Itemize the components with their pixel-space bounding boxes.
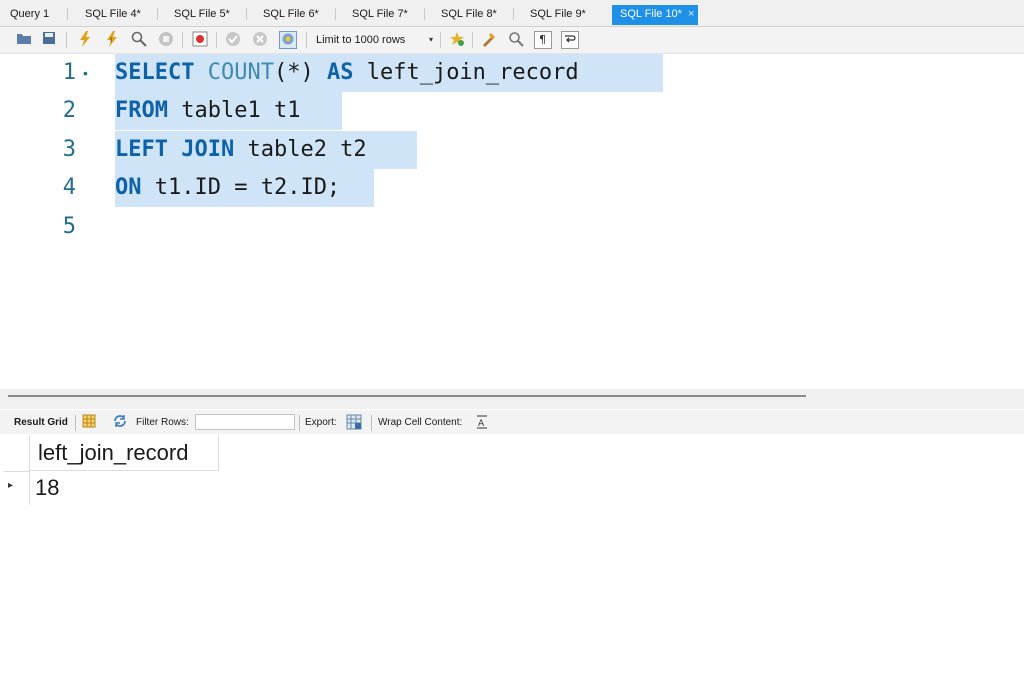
splitter-handle[interactable] [8,395,806,397]
tab-sql-file-7[interactable]: SQL File 7* [352,6,408,22]
tab-label: SQL File 5* [174,8,230,20]
code-line: ON t1.ID = t2.ID; [115,169,374,207]
stop-icon[interactable] [157,31,175,49]
execute-icon[interactable] [76,31,94,49]
svg-text:¶: ¶ [539,33,546,46]
tab-label: SQL File 6* [263,8,319,20]
tab-divider [246,8,247,20]
column-header[interactable]: left_join_record [29,435,219,471]
export-label: Export: [305,417,337,428]
tab-sql-file-9[interactable]: SQL File 9* [530,6,586,22]
toolbar-divider [472,32,473,48]
sql-keyword: SELECT [115,60,195,85]
wrap-cell-icon[interactable]: A [476,415,488,434]
filter-rows-input[interactable] [195,414,295,430]
sql-keyword: ON [115,175,142,200]
grid-cell[interactable]: 18 [29,471,219,505]
tab-sql-file-5[interactable]: SQL File 5* [174,6,230,22]
editor-tab-bar: Query 1 SQL File 4* SQL File 5* SQL File… [0,0,1024,27]
line-number: 2 [62,98,76,123]
panel-splitter[interactable] [0,389,1024,409]
grid-view-icon[interactable] [82,414,96,433]
current-row-icon: ▸ [8,480,14,491]
sql-keyword: FROM [115,98,168,123]
line-number: 1 [62,60,76,85]
tab-label: SQL File 9* [530,8,586,20]
sql-text: left_join_record [366,60,579,85]
rollback-icon[interactable] [251,31,269,49]
beautify-icon[interactable] [480,31,498,49]
toolbar-divider [182,32,183,48]
tab-query-1[interactable]: Query 1 [10,6,49,22]
tab-label: SQL File 4* [85,8,141,20]
limit-rows-select[interactable]: Limit to 1000 rows ▾ [311,31,437,49]
sql-keyword: AS [326,60,354,85]
execute-current-icon[interactable]: I [103,31,121,49]
sql-text: table1 t1 [181,98,301,123]
commit-icon[interactable] [224,31,242,49]
limit-rows-value: Limit to 1000 rows [316,34,406,46]
tab-close-icon[interactable]: × [688,8,694,20]
sql-text: (*) [273,60,314,85]
chevron-down-icon: ▾ [428,35,433,44]
tab-sql-file-8[interactable]: SQL File 8* [441,6,497,22]
line-number: 5 [62,214,76,239]
add-snippet-icon[interactable] [448,31,466,49]
sql-text: table2 t2 [247,137,367,162]
sql-text: t1.ID = t2.ID; [154,175,341,200]
toolbar-divider [75,415,76,431]
svg-text:I: I [110,36,112,44]
autocommit-icon[interactable] [279,31,297,49]
toolbar-divider [306,32,307,48]
result-grid-tab[interactable]: Result Grid [14,416,68,430]
tab-sql-file-6[interactable]: SQL File 6* [263,6,319,22]
tab-divider [335,8,336,20]
code-line: FROM table1 t1 [115,92,342,130]
toolbar-divider [299,415,300,431]
toolbar-divider [371,415,372,431]
tab-label: SQL File 8* [441,8,497,20]
wrap-icon[interactable] [561,31,579,49]
invisibles-icon[interactable]: ¶ [534,31,552,49]
toolbar-divider [216,32,217,48]
tab-divider [424,8,425,20]
svg-text:A: A [478,419,485,429]
sql-editor-toolbar: I Limit to 1000 rows ▾ ¶ [0,27,1024,54]
grid-corner [4,435,30,472]
code-line: LEFT JOIN table2 t2 [115,131,417,169]
sql-keyword: LEFT JOIN [115,137,235,162]
toolbar-divider [440,32,441,48]
sql-function: COUNT [207,60,274,85]
result-grid: left_join_record ▸ 18 [0,435,1024,690]
line-number: 4 [62,175,76,200]
tab-sql-file-4[interactable]: SQL File 4* [85,6,141,22]
save-icon[interactable] [40,31,58,49]
filter-rows-label: Filter Rows: [136,417,189,428]
sql-editor[interactable]: 1 • SELECT COUNT(*) AS left_join_record … [0,54,1024,389]
toolbar-divider [66,32,67,48]
toggle-error-icon[interactable] [191,31,209,49]
export-icon[interactable] [346,414,362,435]
tab-divider [157,8,158,20]
tab-divider [513,8,514,20]
find-icon[interactable] [507,31,525,49]
result-toolbar: Result Grid Filter Rows: Export: Wrap Ce… [0,410,1024,434]
line-number: 3 [62,137,76,162]
tab-label: Query 1 [10,8,50,20]
explain-icon[interactable] [130,31,148,49]
tab-label: SQL File 7* [352,8,408,20]
refresh-icon[interactable] [112,414,128,433]
tab-label: SQL File 10* [620,8,682,20]
tab-divider [67,8,68,20]
statement-marker-icon: • [83,65,88,81]
code-line: SELECT COUNT(*) AS left_join_record [115,54,663,92]
tab-sql-file-10[interactable]: SQL File 10* × [612,5,699,25]
open-folder-icon[interactable] [15,31,33,49]
wrap-cell-content-label: Wrap Cell Content: [378,417,463,428]
